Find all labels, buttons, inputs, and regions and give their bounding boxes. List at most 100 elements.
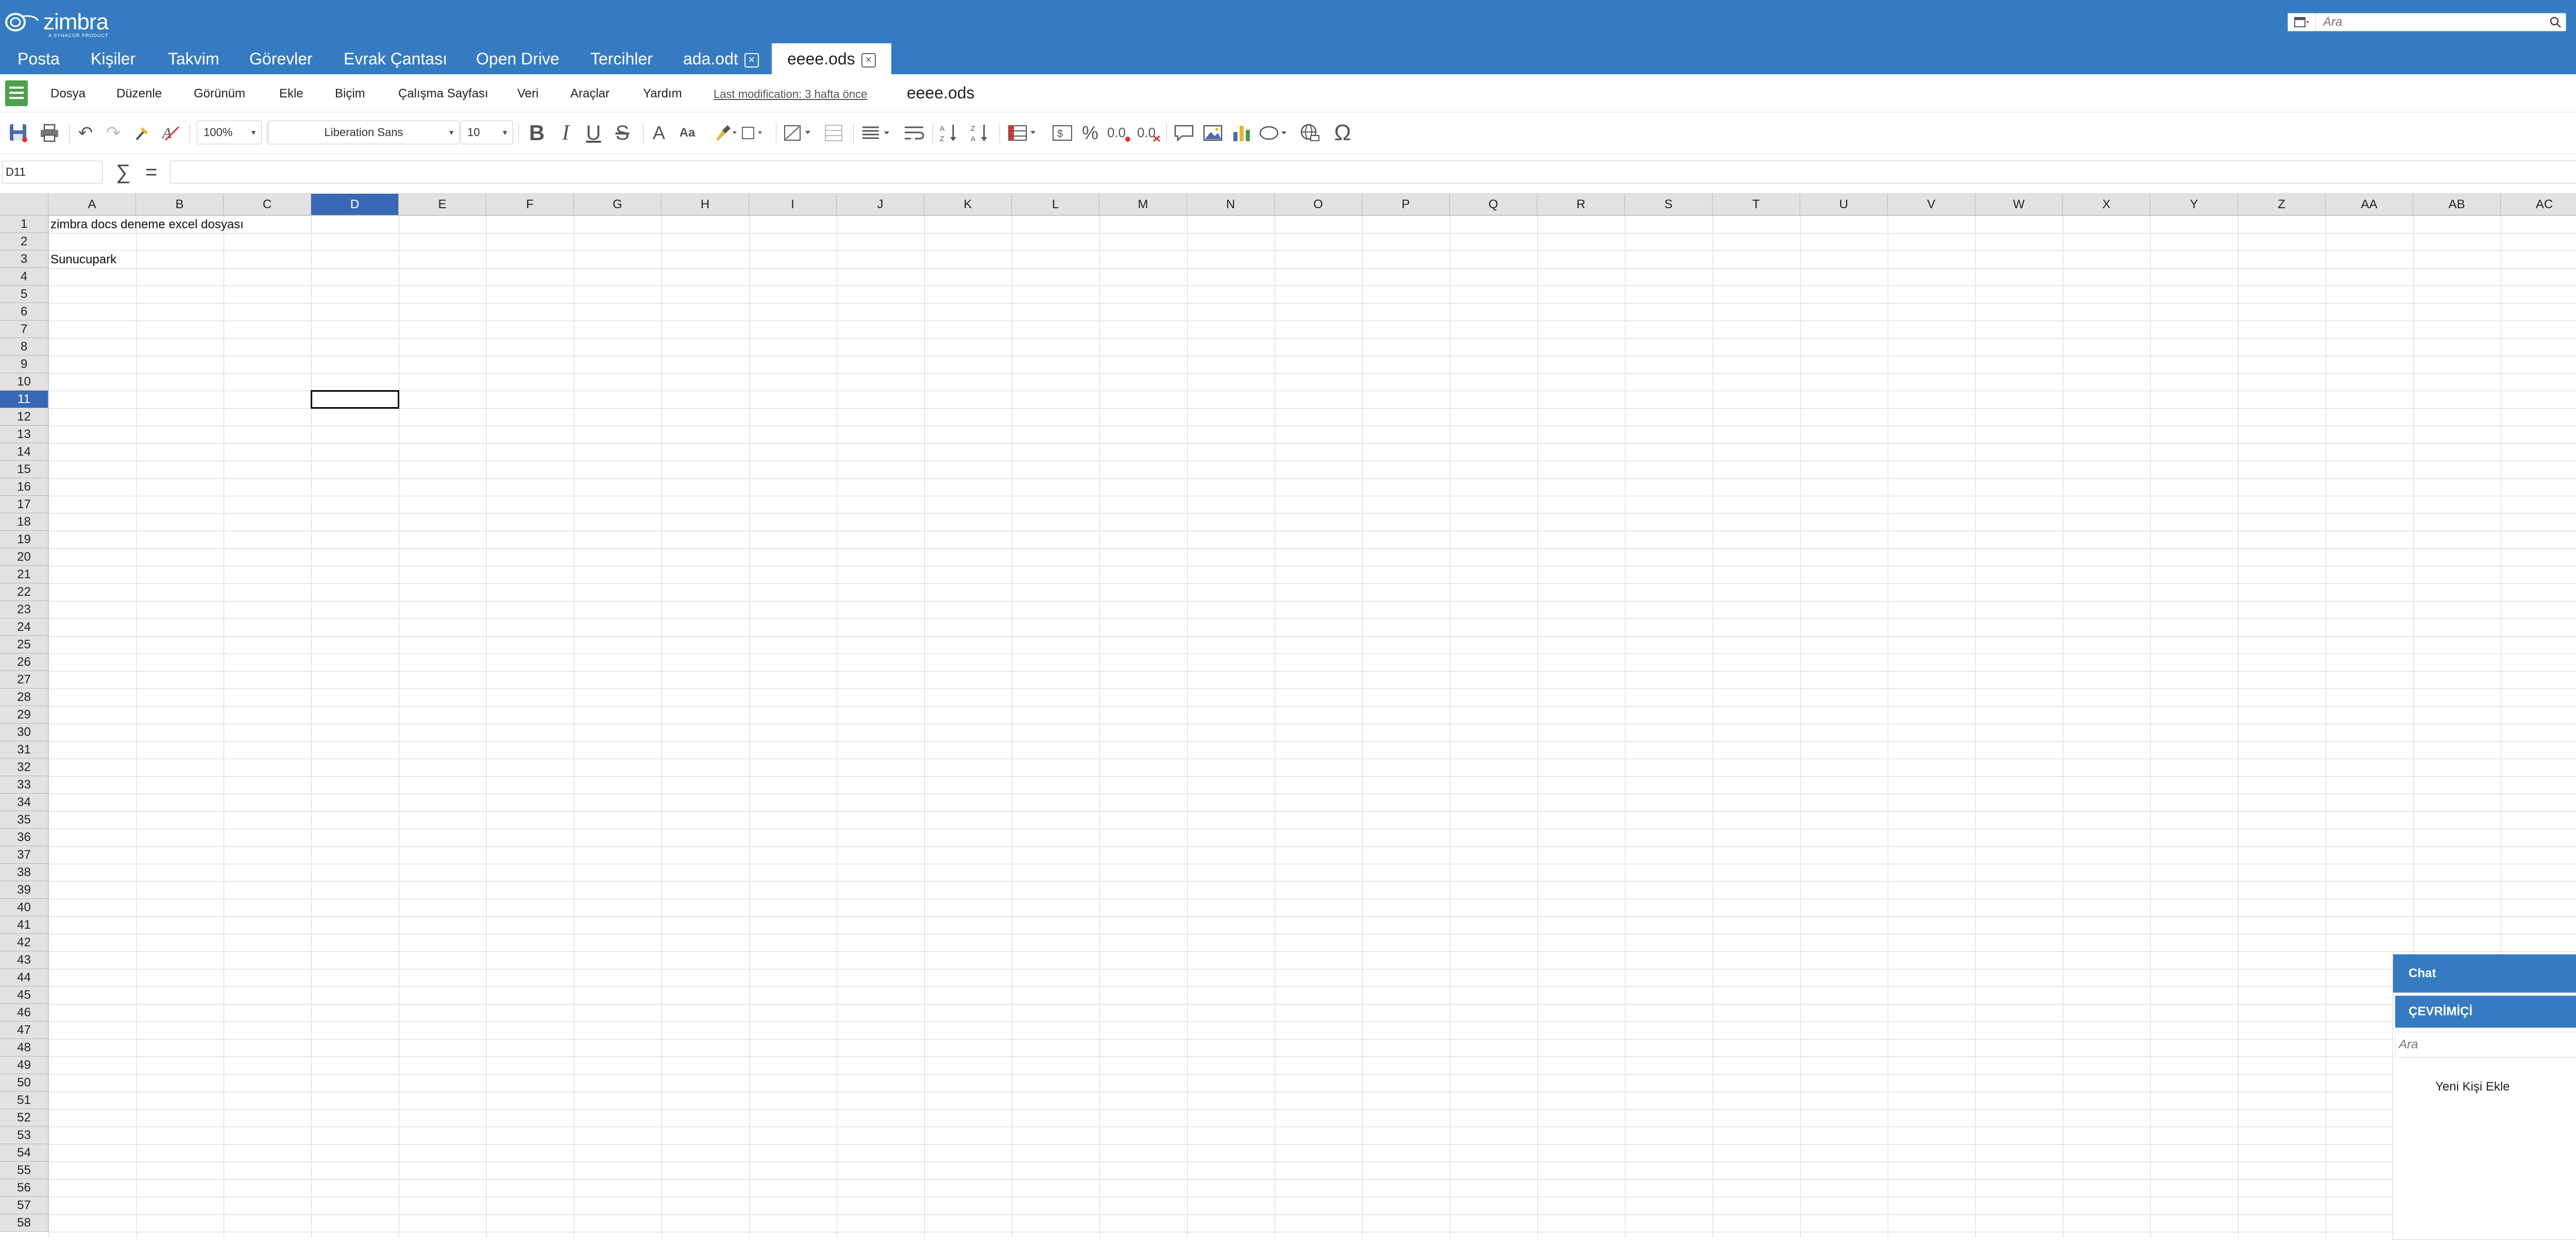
row-header-18[interactable]: 18 xyxy=(0,513,48,531)
strikethrough-button[interactable]: S xyxy=(611,122,634,144)
row-header-21[interactable]: 21 xyxy=(0,566,48,583)
column-header-p[interactable]: P xyxy=(1362,194,1450,215)
column-header-j[interactable]: J xyxy=(837,194,924,215)
column-header-c[interactable]: C xyxy=(224,194,311,215)
row-header-25[interactable]: 25 xyxy=(0,636,48,653)
column-header-v[interactable]: V xyxy=(1888,194,1975,215)
search-scope-dropdown[interactable] xyxy=(2288,13,2316,31)
row-header-23[interactable]: 23 xyxy=(0,601,48,618)
row-header-2[interactable]: 2 xyxy=(0,233,48,250)
sort-ascending-icon[interactable]: AZ xyxy=(938,122,960,144)
row-header-56[interactable]: 56 xyxy=(0,1179,48,1197)
underline-button[interactable]: U xyxy=(582,122,605,144)
last-modification-link[interactable]: Last modification: 3 hafta önce xyxy=(714,88,867,101)
number-format-percent-button[interactable]: % xyxy=(1080,122,1100,144)
row-header-54[interactable]: 54 xyxy=(0,1144,48,1162)
font-color-button[interactable]: A xyxy=(651,122,667,144)
row-header-43[interactable]: 43 xyxy=(0,951,48,969)
menu-duzenle[interactable]: Düzenle xyxy=(116,87,162,101)
zoom-dropdown[interactable]: 100% ▼ xyxy=(197,121,262,144)
font-case-button[interactable]: Aa xyxy=(674,122,701,144)
global-search-input[interactable] xyxy=(2316,14,2545,30)
row-header-27[interactable]: 27 xyxy=(0,671,48,689)
row-header-46[interactable]: 46 xyxy=(0,1004,48,1021)
menu-yardim[interactable]: Yardım xyxy=(643,87,682,101)
row-header-39[interactable]: 39 xyxy=(0,881,48,899)
tab-posta[interactable]: Posta xyxy=(18,43,60,74)
undo-icon[interactable]: ↶ xyxy=(75,122,96,144)
tab-gorevler[interactable]: Görevler xyxy=(249,43,313,74)
column-header-k[interactable]: K xyxy=(924,194,1012,215)
cell-a1[interactable]: zimbra docs deneme excel dosyası xyxy=(50,217,244,232)
row-header-5[interactable]: 5 xyxy=(0,286,48,303)
function-wizard-button[interactable]: = xyxy=(145,161,157,184)
font-size-dropdown[interactable]: 10 ▼ xyxy=(461,121,513,144)
cell-name-box[interactable]: D11 xyxy=(2,161,103,183)
row-header-17[interactable]: 17 xyxy=(0,496,48,513)
row-header-1[interactable]: 1 xyxy=(0,215,48,233)
row-header-45[interactable]: 45 xyxy=(0,986,48,1004)
search-button[interactable] xyxy=(2545,13,2566,31)
italic-button[interactable]: I xyxy=(554,121,577,145)
row-header-29[interactable]: 29 xyxy=(0,706,48,724)
menu-calisma-sayfasi[interactable]: Çalışma Sayfası xyxy=(398,87,488,101)
row-header-40[interactable]: 40 xyxy=(0,899,48,916)
menu-araclar[interactable]: Araçlar xyxy=(570,87,609,101)
tab-eeee-ods[interactable]: eeee.ods × xyxy=(772,43,891,74)
row-header-9[interactable]: 9 xyxy=(0,356,48,373)
insert-shape-icon[interactable] xyxy=(1258,122,1290,144)
row-header-28[interactable]: 28 xyxy=(0,689,48,706)
column-header-l[interactable]: L xyxy=(1012,194,1099,215)
row-header-15[interactable]: 15 xyxy=(0,461,48,478)
row-header-6[interactable]: 6 xyxy=(0,303,48,321)
column-header-s[interactable]: S xyxy=(1625,194,1713,215)
insert-hyperlink-icon[interactable] xyxy=(1298,122,1321,144)
column-header-h[interactable]: H xyxy=(662,194,749,215)
row-header-33[interactable]: 33 xyxy=(0,776,48,794)
insert-image-icon[interactable] xyxy=(1201,122,1224,144)
row-header-4[interactable]: 4 xyxy=(0,268,48,286)
delete-decimal-place-icon[interactable]: 0.0 xyxy=(1137,122,1162,144)
formula-input[interactable] xyxy=(170,161,2576,183)
number-format-currency-icon[interactable]: $ xyxy=(1051,122,1074,144)
document-name[interactable]: eeee.ods xyxy=(907,83,975,103)
menu-gorunum[interactable]: Görünüm xyxy=(194,87,245,101)
row-header-35[interactable]: 35 xyxy=(0,811,48,829)
column-header-u[interactable]: U xyxy=(1800,194,1888,215)
tab-ada-odt[interactable]: ada.odt × xyxy=(683,43,759,74)
row-header-47[interactable]: 47 xyxy=(0,1021,48,1039)
cell-a3[interactable]: Sunucupark xyxy=(50,253,116,267)
tab-takvim[interactable]: Takvim xyxy=(168,43,219,74)
column-header-ac[interactable]: AC xyxy=(2501,194,2576,215)
chat-search-input[interactable] xyxy=(2396,1032,2576,1057)
column-header-e[interactable]: E xyxy=(399,194,486,215)
row-header-57[interactable]: 57 xyxy=(0,1197,48,1214)
select-all-corner[interactable] xyxy=(0,194,48,215)
add-decimal-place-icon[interactable]: 0.0 xyxy=(1107,122,1132,144)
highlight-color-icon[interactable] xyxy=(712,122,739,144)
row-header-32[interactable]: 32 xyxy=(0,759,48,776)
row-header-34[interactable]: 34 xyxy=(0,794,48,811)
close-tab-icon[interactable]: × xyxy=(744,53,759,68)
clear-formatting-icon[interactable]: A xyxy=(160,122,182,144)
insert-chart-icon[interactable] xyxy=(1230,122,1253,144)
row-header-16[interactable]: 16 xyxy=(0,478,48,496)
row-header-19[interactable]: 19 xyxy=(0,531,48,548)
align-left-icon[interactable] xyxy=(860,122,894,144)
column-header-w[interactable]: W xyxy=(1975,194,2063,215)
row-header-3[interactable]: 3 xyxy=(0,250,48,268)
zimbra-logo[interactable]: zimbra A SYNACOR PRODUCT xyxy=(4,7,109,38)
menu-ekle[interactable]: Ekle xyxy=(279,87,303,101)
row-header-30[interactable]: 30 xyxy=(0,724,48,741)
column-header-aa[interactable]: AA xyxy=(2326,194,2413,215)
column-header-f[interactable]: F xyxy=(486,194,574,215)
number-format-icon[interactable] xyxy=(1007,122,1041,144)
menu-dosya[interactable]: Dosya xyxy=(50,87,86,101)
column-header-q[interactable]: Q xyxy=(1450,194,1537,215)
row-header-49[interactable]: 49 xyxy=(0,1057,48,1074)
row-header-10[interactable]: 10 xyxy=(0,373,48,391)
menu-bicim[interactable]: Biçim xyxy=(335,87,365,101)
column-header-n[interactable]: N xyxy=(1187,194,1275,215)
row-header-51[interactable]: 51 xyxy=(0,1092,48,1109)
row-header-52[interactable]: 52 xyxy=(0,1109,48,1127)
